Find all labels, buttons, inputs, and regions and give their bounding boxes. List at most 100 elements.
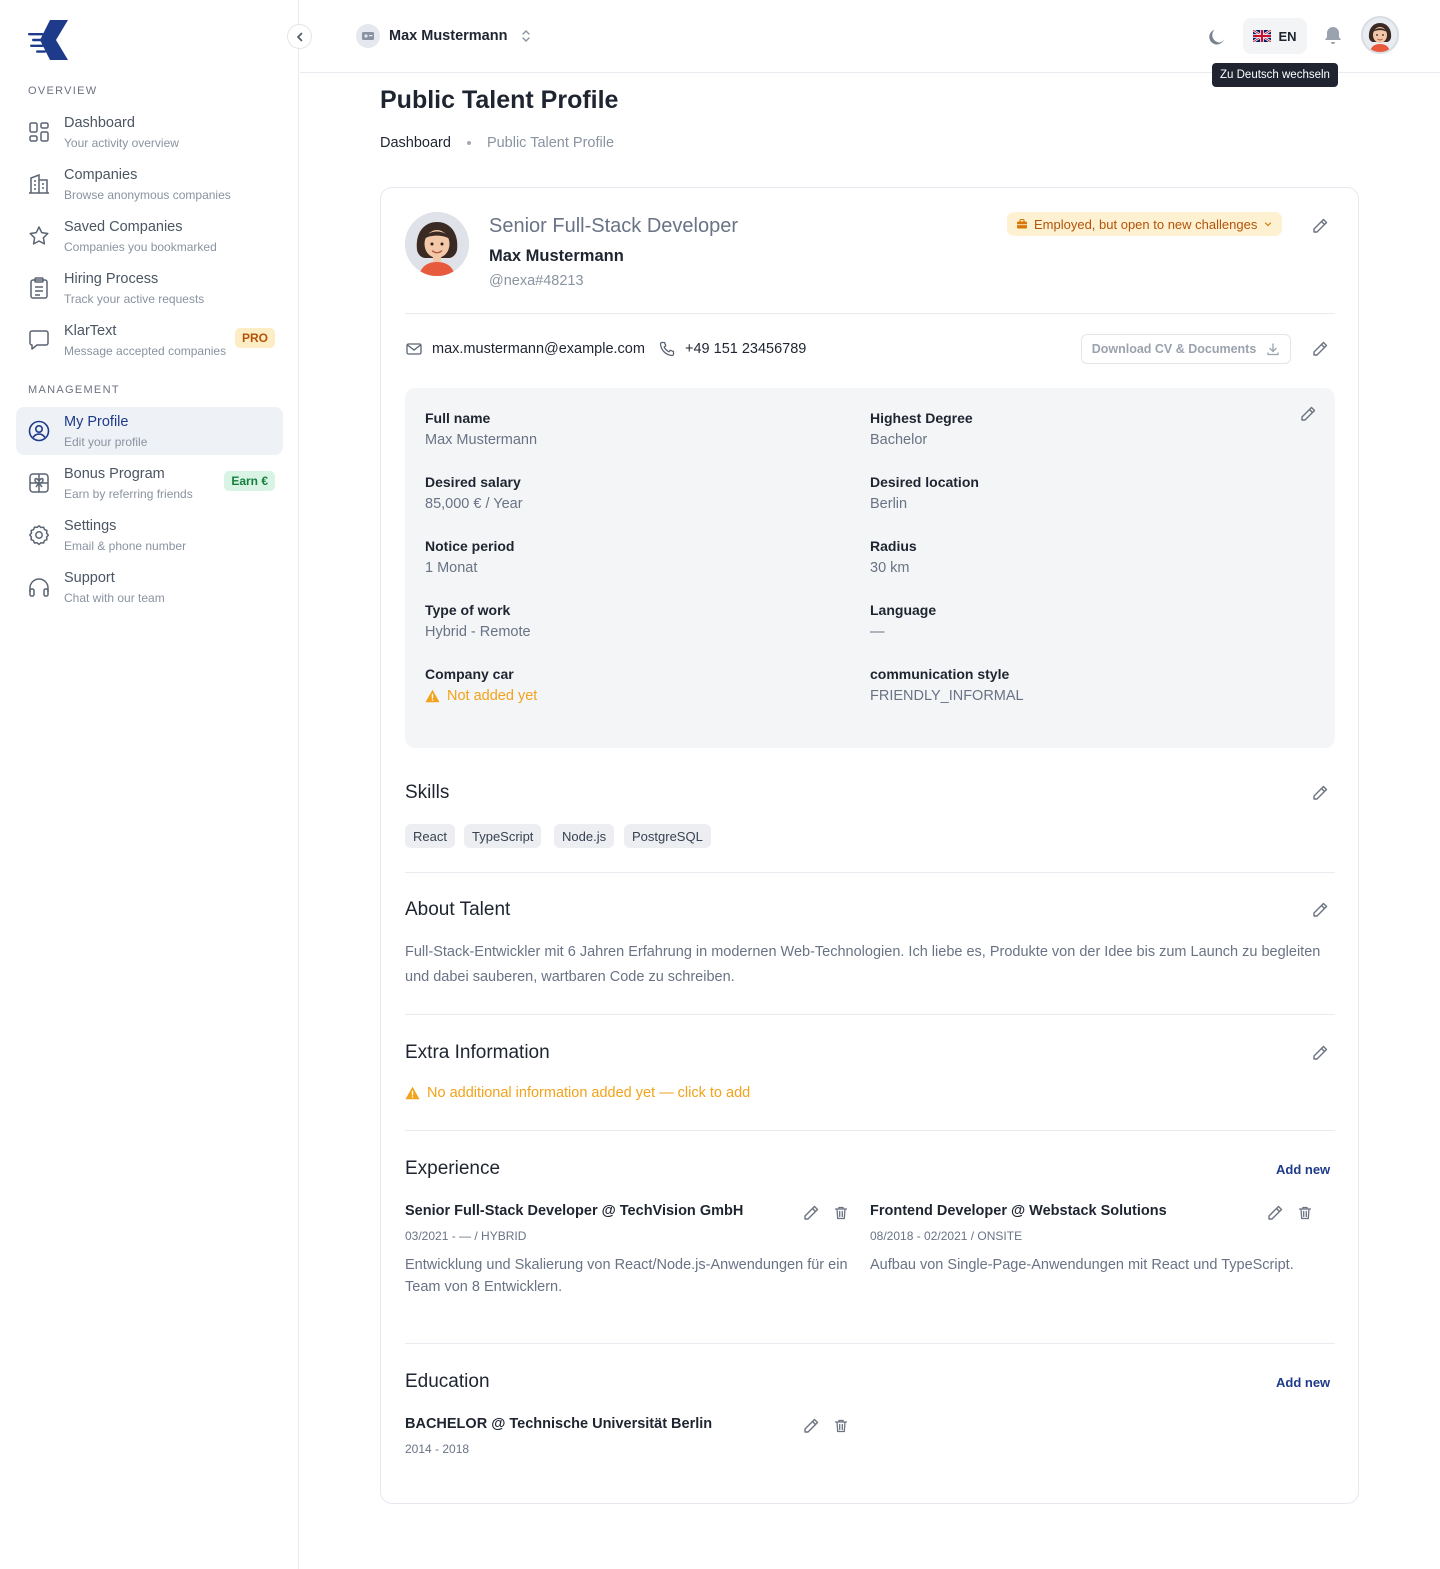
email-contact[interactable]: max.mustermann@example.com [405,340,645,358]
sidebar-item-settings[interactable]: Settings Email & phone number [16,511,283,559]
breadcrumb-current: Public Talent Profile [486,135,615,151]
chevron-up-down-icon [521,29,531,43]
edit-contact-pencil-icon[interactable] [1310,339,1330,359]
job-status-dropdown[interactable]: Employed, but open to new challenges [1007,212,1283,236]
download-cv-button[interactable]: Download CV & Documents [1081,334,1291,364]
detail-label-communication-style: communication style [870,666,1010,682]
detail-label-highest-degree: Highest Degree [870,410,973,426]
clipboard-icon [27,276,51,300]
profile-card: Senior Full-Stack Developer Max Musterma… [380,187,1359,1504]
skill-chip: TypeScript [464,824,542,848]
skill-chip: React [405,824,455,848]
edit-education-pencil-icon[interactable] [801,1416,821,1436]
gear-icon [27,523,51,547]
phone-icon [658,340,676,358]
sidebar-item-title: Settings [64,518,117,534]
sidebar-item-support[interactable]: Support Chat with our team [16,563,283,611]
moon-icon[interactable] [1205,24,1229,48]
edit-details-pencil-icon[interactable] [1298,404,1318,424]
extra-info-empty-link[interactable]: No additional information added yet — cl… [405,1085,750,1101]
sidebar-item-subtitle: Message accepted companies [64,344,227,358]
breadcrumb-dashboard[interactable]: Dashboard [380,135,451,151]
sidebar-item-subtitle: Your activity overview [64,136,179,150]
user-avatar[interactable] [1361,16,1399,54]
section-label-overview: OVERVIEW [28,85,98,97]
sidebar-item-title: Support [64,570,115,586]
detail-value-full-name: Max Mustermann [425,432,538,448]
profile-handle: @nexa#48213 [489,273,584,289]
delete-experience-trash-icon[interactable] [833,1205,849,1221]
sidebar-item-saved-companies[interactable]: Saved Companies Companies you bookmarked [16,212,283,260]
detail-label-desired-salary: Desired salary [425,474,521,490]
detail-label-company-car: Company car [425,666,514,682]
sidebar-item-subtitle: Earn by referring friends [64,487,193,501]
edit-skills-pencil-icon[interactable] [1310,783,1330,803]
edit-experience-pencil-icon[interactable] [1265,1203,1285,1223]
experience-item-meta: 03/2021 - — / HYBRID [405,1229,527,1243]
bell-icon[interactable] [1321,24,1345,48]
sidebar-item-klartext[interactable]: KlarText Message accepted companies PRO [16,316,283,364]
star-icon [27,224,51,248]
building-icon [27,172,51,196]
experience-item-title: Senior Full-Stack Developer @ TechVision… [405,1203,744,1219]
detail-value-desired-location: Berlin [870,496,908,512]
sidebar-item-subtitle: Chat with our team [64,591,165,605]
add-education-button[interactable]: Add new [1276,1375,1330,1390]
detail-value-notice-period: 1 Monat [425,560,478,576]
company-car-warning-text: Not added yet [447,688,538,704]
edit-extra-pencil-icon[interactable] [1310,1043,1330,1063]
sidebar-item-my-profile[interactable]: My Profile Edit your profile [16,407,283,455]
sidebar-item-title: My Profile [64,414,129,430]
detail-label-full-name: Full name [425,410,491,426]
sidebar-item-subtitle: Companies you bookmarked [64,240,217,254]
section-label-management: MANAGEMENT [28,384,120,396]
language-tooltip: Zu Deutsch wechseln [1212,63,1338,87]
experience-item-description: Entwicklung und Skalierung von React/Nod… [405,1257,848,1295]
skill-chip: Node.js [554,824,615,848]
experience-item-meta: 08/2018 - 02/2021 / ONSITE [870,1229,1023,1243]
pro-badge: PRO [234,328,275,348]
sidebar-collapse-button[interactable] [287,24,312,49]
divider [405,872,1335,873]
phone-text: +49 151 23456789 [685,341,807,357]
user-circle-icon [27,419,51,443]
uk-flag-icon [1253,30,1272,42]
sidebar-item-title: Hiring Process [64,271,159,287]
download-cv-label: Download CV & Documents [1091,342,1257,356]
sidebar-item-subtitle: Track your active requests [64,292,205,306]
earn-badge: Earn € [224,471,275,491]
phone-contact[interactable]: +49 151 23456789 [658,340,806,358]
download-icon [1266,342,1280,356]
add-experience-button[interactable]: Add new [1276,1162,1330,1177]
detail-value-highest-degree: Bachelor [870,432,928,448]
page-title: Public Talent Profile [380,86,619,114]
edit-about-pencil-icon[interactable] [1310,900,1330,920]
breadcrumb-separator [466,141,471,145]
sidebar-item-bonus-program[interactable]: Bonus Program Earn by referring friends … [16,459,283,507]
language-code: EN [1278,28,1297,44]
sidebar-item-subtitle: Email & phone number [64,539,187,553]
delete-experience-trash-icon[interactable] [1297,1205,1313,1221]
dashboard-grid-icon [27,120,51,144]
sidebar-item-hiring-process[interactable]: Hiring Process Track your active request… [16,264,283,312]
detail-value-desired-salary: 85,000 € / Year [425,496,523,512]
sidebar-item-companies[interactable]: Companies Browse anonymous companies [16,160,283,208]
warning-icon [425,689,440,703]
chat-bubble-icon [27,328,51,352]
account-switcher[interactable]: Max Mustermann [356,24,531,48]
chevron-down-icon [1263,219,1273,229]
logo-icon[interactable] [28,20,70,60]
profile-details-panel: Full name Max Mustermann Desired salary … [405,388,1335,748]
sidebar-item-dashboard[interactable]: Dashboard Your activity overview [16,108,283,156]
sidebar-item-subtitle: Edit your profile [64,435,148,449]
edit-header-pencil-icon[interactable] [1310,216,1330,236]
education-item-meta: 2014 - 2018 [405,1442,470,1456]
sidebar-item-title: Bonus Program [64,466,165,482]
language-switch-button[interactable]: EN [1243,18,1307,54]
edit-experience-pencil-icon[interactable] [801,1203,821,1223]
sidebar-item-title: Saved Companies [64,219,183,235]
delete-education-trash-icon[interactable] [833,1418,849,1434]
gift-icon [27,471,51,495]
about-text: Full-Stack-Entwickler mit 6 Jahren Erfah… [405,944,1321,985]
detail-value-type-of-work: Hybrid - Remote [425,624,531,640]
